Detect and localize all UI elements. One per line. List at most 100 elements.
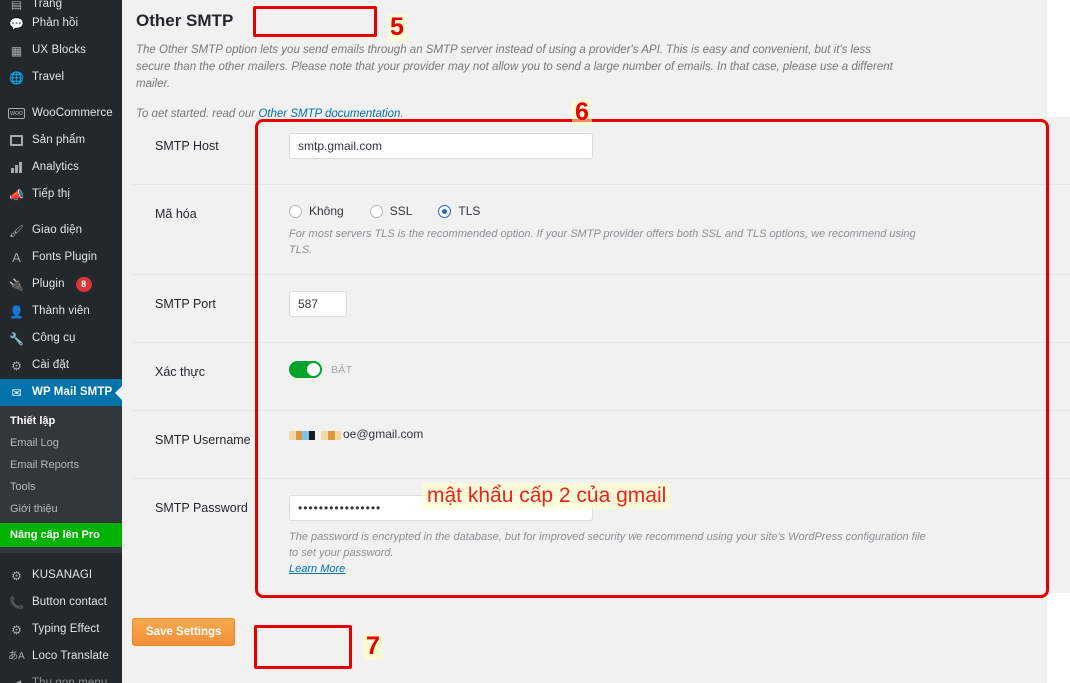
sidebar-divider bbox=[0, 91, 122, 100]
sidebar-item-woocommerce[interactable]: woo WooCommerce bbox=[0, 100, 122, 127]
encryption-option-none[interactable]: Không bbox=[289, 204, 344, 218]
sidebar-item-giao-dien[interactable]: 🖌 Giao diện bbox=[0, 217, 122, 244]
encryption-option-label: TLS bbox=[458, 204, 481, 218]
megaphone-icon: 📣 bbox=[9, 187, 24, 202]
field-row-smtp-host: SMTP Host bbox=[132, 117, 1070, 185]
phone-icon: 📞 bbox=[9, 595, 24, 610]
appearance-brush-icon: 🖌 bbox=[8, 223, 25, 238]
authentication-toggle[interactable] bbox=[289, 361, 322, 378]
redacted-username-icon bbox=[289, 429, 341, 442]
field-row-smtp-username: SMTP Username oe@gmail.com bbox=[132, 411, 1070, 479]
sidebar-item-label: Analytics bbox=[32, 160, 79, 173]
smtp-password-hint-text: The password is encrypted in the databas… bbox=[289, 531, 926, 559]
sidebar-item-label: Plugin bbox=[32, 277, 65, 290]
sidebar-item-label: Trang bbox=[32, 0, 63, 10]
sidebar-item-phan-hoi[interactable]: 💬 Phản hồi bbox=[0, 10, 122, 37]
smtp-password-hint: The password is encrypted in the databas… bbox=[289, 529, 929, 577]
settings-sliders-icon: ⚙ bbox=[11, 358, 22, 373]
admin-sidebar: ▤ Trang 💬 Phản hồi ▦ UX Blocks 🌐 Travel … bbox=[0, 0, 122, 683]
sidebar-item-tiep-thi[interactable]: 📣 Tiếp thị bbox=[0, 181, 122, 208]
sidebar-divider bbox=[0, 553, 122, 562]
sidebar-item-label: Thành viên bbox=[32, 304, 90, 317]
field-row-smtp-port: SMTP Port bbox=[132, 275, 1070, 343]
authentication-toggle-state: BẬT bbox=[331, 363, 353, 376]
encryption-option-tls[interactable]: TLS bbox=[438, 204, 480, 218]
sidebar-item-label: KUSANAGI bbox=[32, 568, 93, 581]
collapse-arrow-icon: ◀ bbox=[8, 675, 25, 683]
encryption-option-ssl[interactable]: SSL bbox=[369, 204, 413, 218]
submenu-item-gioi-thieu[interactable]: Giới thiệu bbox=[0, 498, 122, 520]
submenu-item-thiet-lap[interactable]: Thiết lập bbox=[0, 410, 122, 432]
blocks-icon: ▦ bbox=[10, 43, 23, 58]
sidebar-item-label: Travel bbox=[32, 70, 65, 83]
sidebar-item-label: Loco Translate bbox=[32, 649, 109, 662]
encryption-hint: For most servers TLS is the recommended … bbox=[289, 228, 916, 256]
sidebar-item-label: Cài đặt bbox=[32, 358, 70, 371]
sidebar-item-san-pham[interactable]: Sản phẩm bbox=[0, 127, 122, 154]
radio-icon bbox=[289, 204, 302, 218]
sidebar-collapse-menu[interactable]: ◀ Thu gọn menu bbox=[0, 670, 122, 683]
submenu-item-upgrade-pro[interactable]: Nâng cấp lên Pro bbox=[0, 523, 122, 547]
wordpress-admin-screen: ▤ Trang 💬 Phản hồi ▦ UX Blocks 🌐 Travel … bbox=[0, 0, 1070, 683]
submenu-item-tools[interactable]: Tools bbox=[0, 476, 122, 498]
sidebar-item-label: UX Blocks bbox=[32, 43, 86, 56]
sidebar-item-label: Tiếp thị bbox=[32, 187, 71, 200]
woocommerce-icon: woo bbox=[8, 108, 25, 119]
sidebar-item-cai-dat[interactable]: ⚙ Cài đặt bbox=[0, 352, 122, 379]
sidebar-item-label: Typing Effect bbox=[32, 622, 100, 635]
sidebar-item-label: Giao diện bbox=[32, 223, 83, 236]
field-row-encryption: Mã hóa Không SSL TLS For most servers TL… bbox=[132, 185, 1070, 275]
save-settings-button[interactable]: Save Settings bbox=[132, 618, 236, 646]
authentication-label: Xác thực bbox=[155, 365, 206, 379]
smtp-port-input[interactable] bbox=[289, 291, 347, 317]
sidebar-item-wp-mail-smtp[interactable]: ✉ WP Mail SMTP bbox=[0, 379, 122, 406]
comment-icon: 💬 bbox=[9, 16, 24, 31]
sidebar-item-analytics[interactable]: Analytics bbox=[0, 154, 122, 181]
sidebar-item-label: WP Mail SMTP bbox=[32, 385, 113, 398]
font-a-icon: A bbox=[12, 250, 21, 265]
sidebar-item-cong-cu[interactable]: 🔧 Công cụ bbox=[0, 325, 122, 352]
sidebar-item-label: Sản phẩm bbox=[32, 133, 86, 146]
smtp-username-label: SMTP Username bbox=[155, 433, 251, 447]
plugin-icon: 🔌 bbox=[9, 277, 24, 292]
smtp-port-label: SMTP Port bbox=[155, 297, 216, 311]
sidebar-item-trang[interactable]: ▤ Trang bbox=[0, 0, 122, 10]
settings-content-panel: Other SMTP The Other SMTP option lets yo… bbox=[122, 0, 1070, 683]
smtp-username-input[interactable]: oe@gmail.com bbox=[289, 427, 1070, 441]
encryption-radio-group: Không SSL TLS bbox=[289, 201, 1070, 218]
sidebar-item-travel[interactable]: 🌐 Travel bbox=[0, 64, 122, 91]
sidebar-item-label: Phản hồi bbox=[32, 16, 79, 29]
field-row-smtp-password: SMTP Password The password is encrypted … bbox=[132, 479, 1070, 593]
plugin-update-badge: 8 bbox=[75, 277, 92, 292]
page-title: Other SMTP bbox=[136, 11, 234, 30]
sidebar-item-ux-blocks[interactable]: ▦ UX Blocks bbox=[0, 37, 122, 64]
sidebar-item-plugin[interactable]: 🔌 Plugin 8 bbox=[0, 271, 122, 298]
encryption-option-label: Không bbox=[309, 204, 344, 218]
gear-icon: ⚙ bbox=[11, 622, 22, 637]
sidebar-item-fonts-plugin[interactable]: A Fonts Plugin bbox=[0, 244, 122, 271]
sidebar-item-typing-effect[interactable]: ⚙ Typing Effect bbox=[0, 616, 122, 643]
sidebar-item-kusanagi[interactable]: ⚙ KUSANAGI bbox=[0, 562, 122, 589]
radio-icon bbox=[369, 204, 383, 218]
smtp-host-input[interactable] bbox=[289, 133, 593, 159]
sidebar-item-label: Button contact bbox=[32, 595, 107, 608]
sidebar-item-label: WooCommerce bbox=[32, 106, 113, 119]
sidebar-item-thanh-vien[interactable]: 👤 Thành viên bbox=[0, 298, 122, 325]
radio-selected-icon bbox=[438, 204, 452, 218]
analytics-icon bbox=[8, 159, 25, 176]
submenu-item-email-log[interactable]: Email Log bbox=[0, 432, 122, 454]
products-icon bbox=[8, 132, 25, 149]
sidebar-item-label: Fonts Plugin bbox=[32, 250, 98, 263]
admin-main: Other SMTP The Other SMTP option lets yo… bbox=[122, 0, 1070, 683]
sidebar-item-loco-translate[interactable]: あA Loco Translate bbox=[0, 643, 122, 670]
smtp-password-label: SMTP Password bbox=[155, 501, 248, 515]
submenu-item-email-reports[interactable]: Email Reports bbox=[0, 454, 122, 476]
learn-more-link[interactable]: Learn More bbox=[289, 563, 345, 575]
gear-icon: ⚙ bbox=[11, 568, 22, 583]
encryption-option-label: SSL bbox=[389, 204, 413, 218]
page-description: The Other SMTP option lets you send emai… bbox=[136, 44, 893, 90]
sidebar-item-button-contact[interactable]: 📞 Button contact bbox=[0, 589, 122, 616]
page-header: Other SMTP The Other SMTP option lets yo… bbox=[122, 0, 1047, 123]
smtp-password-input[interactable] bbox=[289, 495, 593, 521]
encryption-label: Mã hóa bbox=[155, 207, 197, 221]
